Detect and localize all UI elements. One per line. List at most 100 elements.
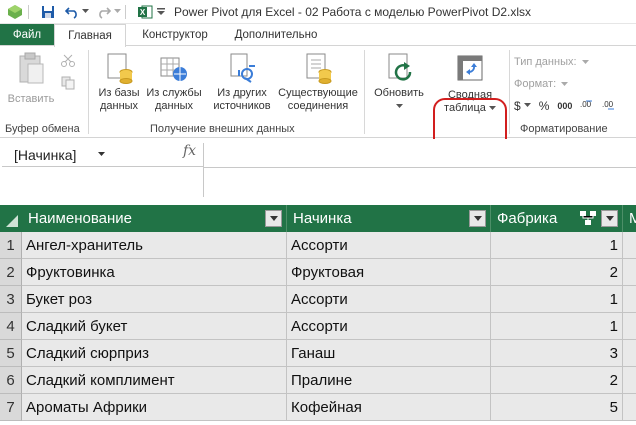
format-row[interactable]: Формат: bbox=[514, 78, 569, 90]
increase-decimal-icon[interactable]: .00 bbox=[580, 98, 598, 113]
currency-dropdown-icon[interactable] bbox=[523, 103, 531, 108]
other-sources-icon bbox=[227, 52, 257, 84]
column-header-name[interactable]: Наименование bbox=[22, 205, 287, 232]
cut-icon[interactable] bbox=[60, 54, 76, 73]
cell-factory[interactable]: 1 bbox=[491, 232, 623, 259]
cell-partial[interactable] bbox=[623, 367, 636, 394]
cell-name[interactable]: Фруктовинка bbox=[22, 259, 287, 286]
row-number[interactable]: 2 bbox=[0, 259, 22, 286]
power-pivot-app-icon bbox=[6, 3, 24, 21]
get-data-group-label: Получение внешних данных bbox=[150, 123, 295, 135]
formatting-group-label: Форматирование bbox=[520, 123, 608, 135]
cell-name[interactable]: Сладкий сюрприз bbox=[22, 340, 287, 367]
data-type-dropdown-icon bbox=[581, 59, 589, 64]
from-service-label-1: Из службы bbox=[146, 87, 202, 99]
refresh-button[interactable]: Обновить bbox=[370, 52, 428, 113]
existing-label-1: Существующие bbox=[278, 87, 358, 99]
from-other-label-2: источников bbox=[213, 100, 271, 112]
tab-file[interactable]: Файл bbox=[0, 24, 54, 46]
cell-filling[interactable]: Пралине bbox=[287, 367, 491, 394]
cell-partial[interactable] bbox=[623, 286, 636, 313]
cell-factory[interactable]: 5 bbox=[491, 394, 623, 421]
customize-toolbar-icon[interactable] bbox=[156, 3, 166, 21]
select-all-corner[interactable] bbox=[0, 205, 22, 232]
fx-icon[interactable]: fx bbox=[183, 143, 196, 159]
row-number[interactable]: 6 bbox=[0, 367, 22, 394]
cell-factory[interactable]: 1 bbox=[491, 313, 623, 340]
format-dropdown-icon bbox=[561, 81, 569, 86]
tab-design[interactable]: Конструктор bbox=[132, 24, 218, 46]
currency-button[interactable]: $ bbox=[514, 99, 521, 113]
cell-name[interactable]: Ангел-хранитель bbox=[22, 232, 287, 259]
cell-partial[interactable] bbox=[623, 313, 636, 340]
cell-filling[interactable]: Ассорти bbox=[287, 286, 491, 313]
tab-home[interactable]: Главная bbox=[54, 24, 126, 47]
filter-dropdown-icon[interactable] bbox=[469, 210, 486, 227]
name-box-dropdown-icon[interactable] bbox=[98, 152, 106, 157]
svg-text:.00: .00 bbox=[602, 100, 614, 109]
paste-button[interactable]: Вставить bbox=[6, 52, 56, 106]
decrease-decimal-icon[interactable]: .00 bbox=[602, 98, 620, 113]
row-number[interactable]: 5 bbox=[0, 340, 22, 367]
cell-factory[interactable]: 2 bbox=[491, 367, 623, 394]
data-type-label: Тип данных: bbox=[514, 56, 577, 68]
cell-factory[interactable]: 2 bbox=[491, 259, 623, 286]
refresh-dropdown-icon bbox=[395, 100, 403, 113]
cell-filling[interactable]: Ассорти bbox=[287, 232, 491, 259]
excel-icon[interactable]: X bbox=[136, 3, 154, 21]
undo-dropdown-icon[interactable] bbox=[81, 3, 89, 21]
qa-separator bbox=[28, 4, 29, 19]
from-database-button[interactable]: Из базы данных bbox=[95, 52, 143, 113]
tab-advanced[interactable]: Дополнительно bbox=[228, 24, 324, 46]
cell-factory[interactable]: 3 bbox=[491, 340, 623, 367]
from-db-label-1: Из базы bbox=[98, 87, 140, 99]
existing-connections-button[interactable]: Существующие соединения bbox=[276, 52, 360, 113]
comma-style-button[interactable]: 000 bbox=[557, 101, 572, 111]
group-separator bbox=[364, 50, 365, 134]
column-header-partial[interactable]: M bbox=[623, 205, 636, 232]
column-header-label: Наименование bbox=[28, 210, 132, 227]
from-other-sources-button[interactable]: Из других источников bbox=[207, 52, 277, 113]
formula-input[interactable] bbox=[204, 167, 636, 168]
row-number[interactable]: 3 bbox=[0, 286, 22, 313]
column-header-filling[interactable]: Начинка bbox=[287, 205, 491, 232]
cell-name[interactable]: Букет роз bbox=[22, 286, 287, 313]
from-other-label-1: Из других bbox=[217, 87, 267, 99]
data-service-icon bbox=[159, 52, 189, 84]
copy-icon[interactable] bbox=[60, 76, 76, 95]
cell-filling[interactable]: Кофейная bbox=[287, 394, 491, 421]
title-bar: X Power Pivot для Excel - 02 Работа с мо… bbox=[0, 0, 636, 24]
cell-partial[interactable] bbox=[623, 394, 636, 421]
qa-separator bbox=[125, 4, 126, 19]
cell-filling[interactable]: Ганаш bbox=[287, 340, 491, 367]
from-data-service-button[interactable]: Из службы данных bbox=[146, 52, 202, 113]
cell-factory[interactable]: 1 bbox=[491, 286, 623, 313]
cell-partial[interactable] bbox=[623, 232, 636, 259]
filter-dropdown-icon[interactable] bbox=[601, 210, 618, 227]
data-type-row[interactable]: Тип данных: bbox=[514, 56, 589, 68]
cell-filling[interactable]: Ассорти bbox=[287, 313, 491, 340]
relationship-icon bbox=[580, 211, 596, 229]
refresh-label: Обновить bbox=[374, 87, 424, 99]
cell-filling[interactable]: Фруктовая bbox=[287, 259, 491, 286]
cell-name[interactable]: Ароматы Африки bbox=[22, 394, 287, 421]
connections-icon bbox=[303, 52, 333, 84]
undo-icon[interactable] bbox=[63, 3, 81, 21]
cell-name[interactable]: Сладкий комплимент bbox=[22, 367, 287, 394]
svg-text:X: X bbox=[140, 8, 146, 17]
save-icon[interactable] bbox=[39, 3, 57, 21]
pivot-table-icon bbox=[455, 54, 485, 86]
percent-button[interactable]: % bbox=[539, 99, 550, 113]
row-number[interactable]: 1 bbox=[0, 232, 22, 259]
cell-partial[interactable] bbox=[623, 259, 636, 286]
row-number[interactable]: 4 bbox=[0, 313, 22, 340]
row-number[interactable]: 7 bbox=[0, 394, 22, 421]
cell-name[interactable]: Сладкий букет bbox=[22, 313, 287, 340]
column-header-factory[interactable]: Фабрика bbox=[491, 205, 623, 232]
name-box-text: [Начинка] bbox=[14, 146, 77, 163]
redo-dropdown-icon[interactable] bbox=[113, 3, 121, 21]
redo-icon[interactable] bbox=[95, 3, 113, 21]
filter-dropdown-icon[interactable] bbox=[265, 210, 282, 227]
name-box[interactable]: [Начинка] bbox=[2, 143, 204, 197]
cell-partial[interactable] bbox=[623, 340, 636, 367]
